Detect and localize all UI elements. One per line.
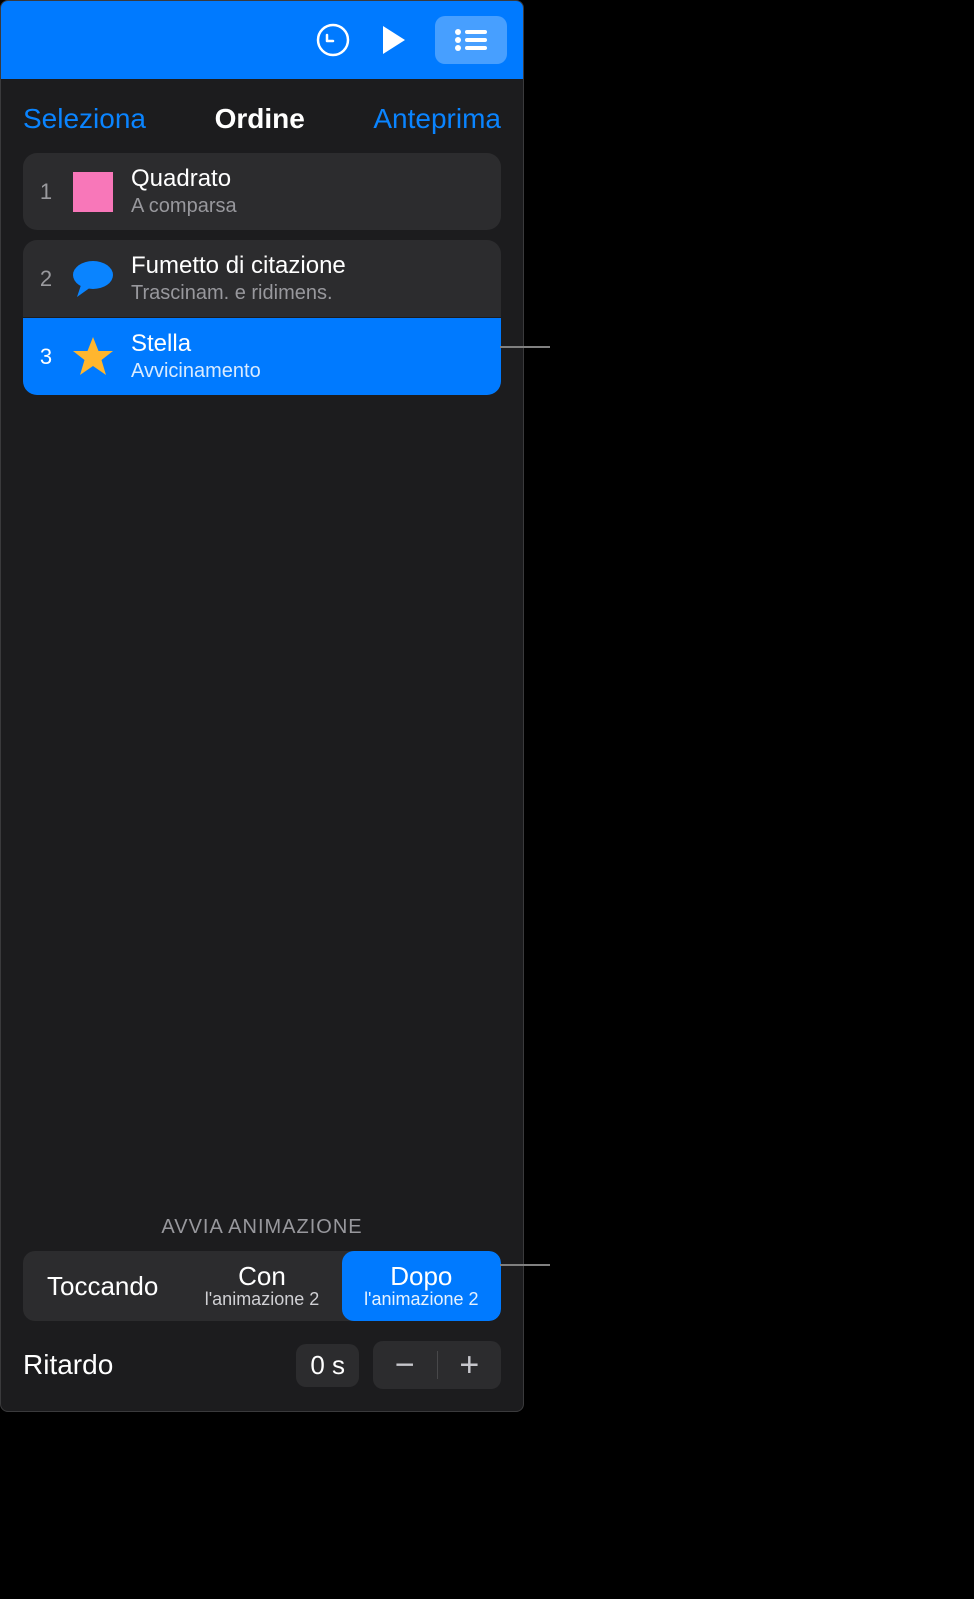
list-group: 1 Quadrato A comparsa (23, 153, 501, 230)
callout-line (500, 1264, 550, 1266)
delay-label: Ritardo (23, 1349, 282, 1381)
seg-after-build[interactable]: Dopo l'animazione 2 (342, 1251, 501, 1321)
animation-list: 1 Quadrato A comparsa 2 (1, 153, 523, 395)
seg-with-build[interactable]: Con l'animazione 2 (182, 1251, 341, 1321)
item-title: Stella (131, 330, 261, 358)
item-number: 3 (37, 344, 55, 370)
stepper-plus[interactable]: + (438, 1341, 502, 1389)
item-subtitle: A comparsa (131, 195, 237, 218)
item-subtitle: Trascinam. e ridimens. (131, 282, 346, 305)
square-icon (71, 170, 115, 214)
seg-sub: l'animazione 2 (364, 1290, 479, 1310)
animation-order-panel: Seleziona Ordine Anteprima 1 Quadrato A … (0, 0, 524, 1412)
item-number: 2 (37, 266, 55, 292)
item-subtitle: Avvicinamento (131, 360, 261, 383)
seg-main: Dopo (390, 1262, 452, 1291)
play-button[interactable] (379, 24, 407, 56)
delay-value: 0 s (296, 1344, 359, 1387)
delay-row: Ritardo 0 s − + (23, 1341, 501, 1389)
list-item[interactable]: 1 Quadrato A comparsa (23, 153, 501, 230)
section-label: AVVIA ANIMAZIONE (23, 1216, 501, 1239)
tab-bar: Seleziona Ordine Anteprima (1, 79, 523, 153)
seg-sub: l'animazione 2 (205, 1290, 320, 1310)
item-title: Fumetto di citazione (131, 252, 346, 280)
list-group: 2 Fumetto di citazione Trascinam. e ridi… (23, 240, 501, 395)
list-button[interactable] (435, 16, 507, 64)
stepper-minus[interactable]: − (373, 1341, 437, 1389)
tab-preview[interactable]: Anteprima (373, 103, 501, 135)
seg-main: Con (238, 1262, 286, 1291)
list-item[interactable]: 2 Fumetto di citazione Trascinam. e ridi… (23, 240, 501, 317)
bubble-icon (71, 257, 115, 301)
item-number: 1 (37, 179, 55, 205)
footer: AVVIA ANIMAZIONE Toccando Con l'animazio… (1, 1198, 523, 1411)
list-item-selected[interactable]: 3 Stella Avvicinamento (23, 318, 501, 395)
tab-order: Ordine (215, 103, 305, 135)
delay-stepper: − + (373, 1341, 501, 1389)
seg-on-tap[interactable]: Toccando (23, 1251, 182, 1321)
toolbar (1, 1, 523, 79)
callout-line (500, 346, 550, 348)
tab-select[interactable]: Seleziona (23, 103, 146, 135)
star-icon (71, 335, 115, 379)
undo-button[interactable] (315, 22, 351, 58)
item-title: Quadrato (131, 165, 237, 193)
start-segmented-control: Toccando Con l'animazione 2 Dopo l'anima… (23, 1251, 501, 1321)
